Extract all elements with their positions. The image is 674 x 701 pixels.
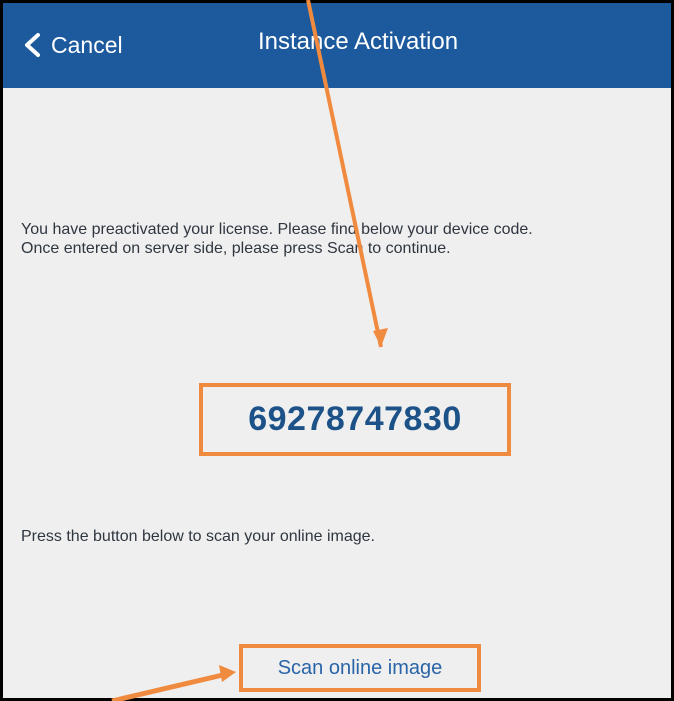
scan-instruction-text: Press the button below to scan your onli… (21, 528, 375, 545)
device-code: 69278747830 (248, 400, 462, 438)
scan-online-image-button[interactable]: Scan online image (278, 657, 443, 680)
activation-message: You have preactivated your license. Plea… (21, 221, 533, 257)
page-title: Instance Activation (257, 28, 459, 55)
navigation-bar: Cancel Instance Activation (3, 3, 671, 88)
scan-button-highlight: Scan online image (239, 644, 481, 692)
device-code-highlight: 69278747830 (199, 383, 511, 456)
app-screen: Cancel Instance Activation You have prea… (0, 0, 674, 701)
